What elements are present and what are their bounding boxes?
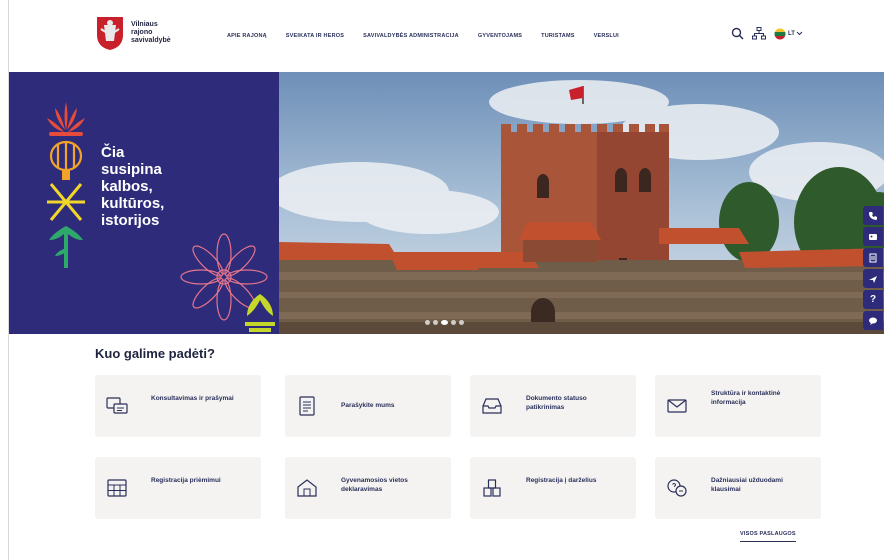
- house-icon: [297, 479, 317, 497]
- document-icon: [299, 396, 315, 416]
- accessibility-button[interactable]: [863, 248, 883, 267]
- calendar-icon: [107, 479, 127, 497]
- nav-item-sveikata[interactable]: SVEIKATA IR HEROS: [286, 33, 344, 39]
- hero-photo: [279, 72, 884, 334]
- services-title: Kuo galime padėti?: [95, 346, 215, 361]
- leaf-ornament-icon: [245, 294, 275, 332]
- site-header: Vilniaus rajono savivaldybė APIE RAJONĄ …: [9, 0, 884, 73]
- phone-button[interactable]: [863, 206, 883, 225]
- logo-line: rajono: [131, 29, 153, 36]
- service-label: Gyvenamosios vietos deklaravimas: [341, 477, 408, 493]
- hero-text-panel: Čia susipina kalbos, kultūros, istorijos: [9, 72, 279, 334]
- site-logo[interactable]: Vilniaus rajono savivaldybė: [95, 15, 171, 51]
- castle-photo-image: [279, 72, 884, 334]
- language-label: LT: [788, 30, 795, 37]
- sitemap-icon: [752, 27, 766, 40]
- nav-item-gyventojams[interactable]: GYVENTOJAMS: [478, 33, 522, 39]
- header-tools: LT: [731, 27, 811, 40]
- carousel-dot[interactable]: [451, 320, 456, 325]
- service-label: Dažniausiai užduodami klausimai: [711, 477, 783, 493]
- logo-text: Vilniaus rajono savivaldybė: [131, 21, 171, 45]
- chat-bubbles-icon: [106, 397, 128, 414]
- service-card-deklaravimas[interactable]: Gyvenamosios vietos deklaravimas: [285, 457, 451, 519]
- help-icon: ?: [869, 294, 877, 305]
- carousel-dot-active[interactable]: [441, 320, 448, 325]
- hero-title-line: kultūros,: [101, 195, 165, 212]
- hero-title: Čia susipina kalbos, kultūros, istorijos: [101, 144, 164, 229]
- logo-line: savivaldybė: [131, 37, 171, 44]
- nav-item-verslui[interactable]: VERSLUI: [594, 33, 619, 39]
- carousel-dot[interactable]: [433, 320, 438, 325]
- lithuania-flag-icon: [774, 28, 786, 39]
- plane-button[interactable]: [863, 269, 883, 288]
- phone-icon: [869, 211, 877, 220]
- service-label: Struktūra ir kontaktinė informacija: [711, 390, 781, 406]
- id-card-icon: [869, 233, 877, 240]
- service-card-konsultavimas[interactable]: Konsultavimas ir prašymai: [95, 375, 261, 437]
- search-button[interactable]: [731, 27, 744, 40]
- hero-title-line: istorijos: [101, 212, 160, 229]
- logo-line: Vilniaus: [131, 21, 158, 28]
- service-card-parasykite[interactable]: Parašykite mums: [285, 375, 451, 437]
- hero-title-line: susipina: [101, 161, 162, 178]
- plane-icon: [869, 275, 877, 283]
- service-card-registracija-priemimui[interactable]: Registracija priėmimui: [95, 457, 261, 519]
- search-icon: [731, 27, 744, 40]
- chat-button[interactable]: [863, 311, 883, 330]
- nav-item-administracija[interactable]: SAVIVALDYBĖS ADMINISTRACIJA: [363, 33, 459, 39]
- service-label: Registracija priėmimui: [151, 477, 221, 484]
- envelope-icon: [667, 399, 687, 413]
- hero-banner: Čia susipina kalbos, kultūros, istorijos: [9, 72, 884, 334]
- carousel-dot[interactable]: [459, 320, 464, 325]
- folk-ornament-icon: [47, 102, 85, 268]
- carousel-dots: [425, 320, 467, 325]
- service-card-duk[interactable]: Dažniausiai užduodami klausimai: [655, 457, 821, 519]
- chevron-down-icon: [796, 31, 803, 36]
- help-button[interactable]: ?: [863, 290, 883, 309]
- service-label: Dokumento statuso patikrinimas: [526, 395, 587, 411]
- service-label: Konsultavimas ir prašymai: [151, 395, 234, 402]
- language-switcher[interactable]: LT: [774, 28, 803, 40]
- chat-icon: [869, 317, 877, 325]
- id-card-button[interactable]: [863, 227, 883, 246]
- main-nav: APIE RAJONĄ SVEIKATA IR HEROS SAVIVALDYB…: [227, 33, 638, 39]
- nav-item-apie-rajona[interactable]: APIE RAJONĄ: [227, 33, 267, 39]
- coat-of-arms-icon: [97, 17, 123, 50]
- service-card-darzeliai[interactable]: Registracija į darželius: [470, 457, 636, 519]
- service-label: Parašykite mums: [341, 402, 395, 409]
- hero-title-line: kalbos,: [101, 178, 153, 195]
- nav-item-turistams[interactable]: TURISTAMS: [541, 33, 574, 39]
- carousel-dot[interactable]: [425, 320, 430, 325]
- sitemap-button[interactable]: [752, 27, 766, 40]
- accessibility-icon: [869, 253, 877, 262]
- service-card-struktura[interactable]: Struktūra ir kontaktinė informacija: [655, 375, 821, 437]
- blocks-icon: [483, 479, 501, 497]
- page: Vilniaus rajono savivaldybė APIE RAJONĄ …: [8, 0, 884, 560]
- all-services-link[interactable]: VISOS PASLAUGOS: [740, 531, 796, 542]
- question-bubbles-icon: [667, 479, 687, 497]
- quick-actions-bar: ?: [863, 206, 883, 332]
- hero-title-line: Čia: [101, 144, 125, 161]
- inbox-icon: [482, 398, 502, 414]
- service-card-dokumento-statusas[interactable]: Dokumento statuso patikrinimas: [470, 375, 636, 437]
- service-label: Registracija į darželius: [526, 477, 597, 484]
